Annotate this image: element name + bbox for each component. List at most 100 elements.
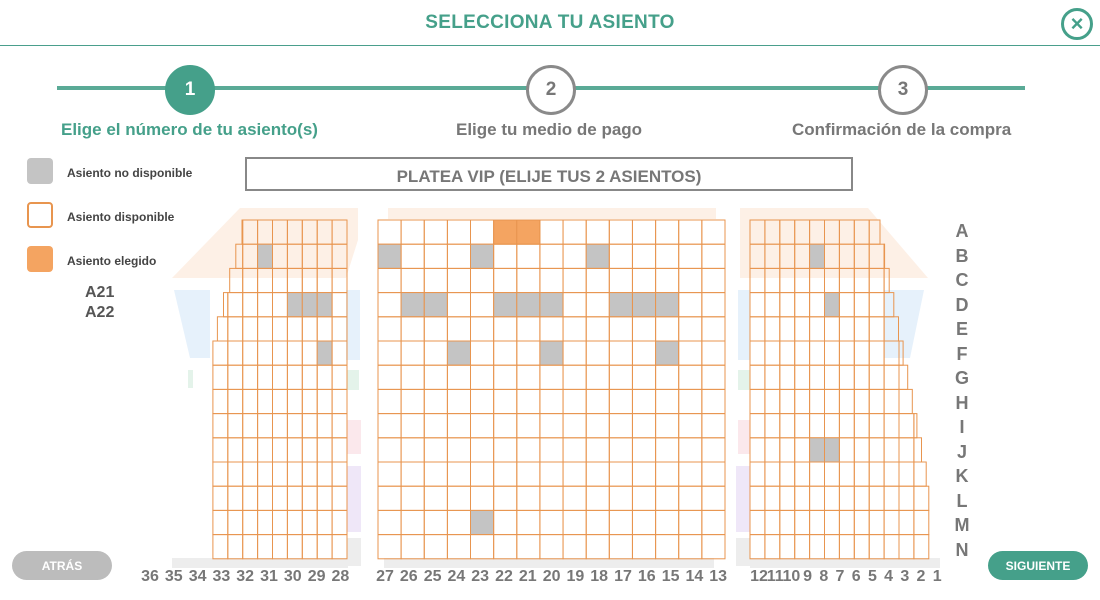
- seat-g23: [470, 364, 495, 390]
- seat-h13: [701, 388, 726, 415]
- seat-f31: [286, 340, 303, 366]
- seat-c24: [446, 267, 471, 294]
- seat-m14: [678, 509, 703, 536]
- seat-number: 33: [212, 568, 231, 585]
- seat-i13: [701, 413, 726, 439]
- seat-f15: [655, 340, 680, 366]
- seat-m12: [749, 509, 766, 536]
- seat-k3: [883, 461, 900, 487]
- seat-j18: [585, 437, 610, 463]
- seat-h18: [585, 388, 610, 415]
- seat-n17: [608, 534, 633, 560]
- seat-e20: [539, 316, 564, 342]
- seat-m16: [632, 509, 657, 536]
- seat-number: 34: [188, 568, 207, 585]
- seat-n15: [655, 534, 680, 560]
- seat-h11: [764, 388, 781, 415]
- seat-d31: [286, 292, 303, 318]
- seat-k18: [585, 461, 610, 487]
- seat-l9: [794, 485, 811, 511]
- seat-c19: [562, 267, 587, 294]
- seat-e16: [632, 316, 657, 342]
- seat-f7: [824, 340, 840, 366]
- seat-i30: [301, 413, 318, 439]
- seat-k14: [678, 461, 703, 487]
- seat-i14: [678, 413, 703, 439]
- seat-n22: [493, 534, 518, 560]
- seat-i25: [423, 413, 448, 439]
- seat-e9: [794, 316, 811, 342]
- decoration: [188, 370, 193, 388]
- seat-j9: [794, 437, 811, 463]
- seat-h24: [446, 388, 471, 415]
- seat-n8: [809, 534, 825, 560]
- seat-g2: [898, 364, 909, 390]
- seat-g11: [764, 364, 781, 390]
- seat-c26: [400, 267, 425, 294]
- seat-c21: [516, 267, 541, 294]
- seat-e31: [286, 316, 303, 342]
- decoration: [738, 290, 750, 360]
- seat-j34: [242, 437, 259, 463]
- seat-h2: [898, 388, 913, 415]
- seat-j13: [701, 437, 726, 463]
- seat-i8: [809, 413, 825, 439]
- seat-d23: [470, 292, 495, 318]
- seat-l34: [242, 485, 259, 511]
- seat-h34: [242, 388, 259, 415]
- seat-f4: [868, 340, 885, 366]
- seat-k16: [632, 461, 657, 487]
- seat-number: 16: [637, 568, 656, 585]
- seat-e33: [257, 316, 274, 342]
- seat-j3: [883, 437, 900, 463]
- seat-h10: [779, 388, 796, 415]
- row-label: A: [955, 221, 969, 241]
- seat-f12: [749, 340, 766, 366]
- seat-e17: [608, 316, 633, 342]
- seat-d11: [764, 292, 781, 318]
- seat-h9: [794, 388, 811, 415]
- row-label: G: [954, 368, 969, 388]
- seat-e35: [227, 316, 244, 342]
- seat-f23: [470, 340, 495, 366]
- seat-n34: [242, 534, 259, 560]
- seat-g4: [868, 364, 885, 390]
- seat-number: 15: [661, 568, 680, 585]
- seat-b3: [883, 243, 886, 269]
- seat-e32: [272, 316, 288, 342]
- seat-n4: [868, 534, 885, 560]
- next-button[interactable]: SIGUIENTE: [988, 551, 1088, 580]
- seat-d4: [868, 292, 885, 318]
- seat-n13: [701, 534, 726, 560]
- seat-j15: [655, 437, 680, 463]
- back-button[interactable]: ATRÁS: [12, 551, 112, 580]
- seat-a14: [678, 219, 703, 245]
- seat-j26: [400, 437, 425, 463]
- seat-c15: [655, 267, 680, 294]
- seat-j7: [824, 437, 840, 463]
- seat-a18: [585, 219, 610, 245]
- seat-a26: [400, 219, 425, 245]
- seat-f16: [632, 340, 657, 366]
- seat-g36: [212, 364, 229, 390]
- seat-h22: [493, 388, 518, 415]
- seat-l31: [286, 485, 303, 511]
- seat-j1: [913, 437, 923, 463]
- seat-i34: [242, 413, 259, 439]
- seat-number: 26: [399, 568, 418, 585]
- seat-i20: [539, 413, 564, 439]
- seat-m36: [212, 509, 229, 536]
- seat-j16: [632, 437, 657, 463]
- seat-d34: [242, 292, 259, 318]
- seat-n16: [632, 534, 657, 560]
- seat-m10: [779, 509, 796, 536]
- seat-i6: [838, 413, 855, 439]
- decoration: [347, 420, 361, 454]
- seat-l1: [913, 485, 930, 511]
- seat-c13: [701, 267, 726, 294]
- seat-m13: [701, 509, 726, 536]
- seat-f27: [377, 340, 402, 366]
- seat-j14: [678, 437, 703, 463]
- seat-number: 28: [331, 568, 350, 585]
- seat-h23: [470, 388, 495, 415]
